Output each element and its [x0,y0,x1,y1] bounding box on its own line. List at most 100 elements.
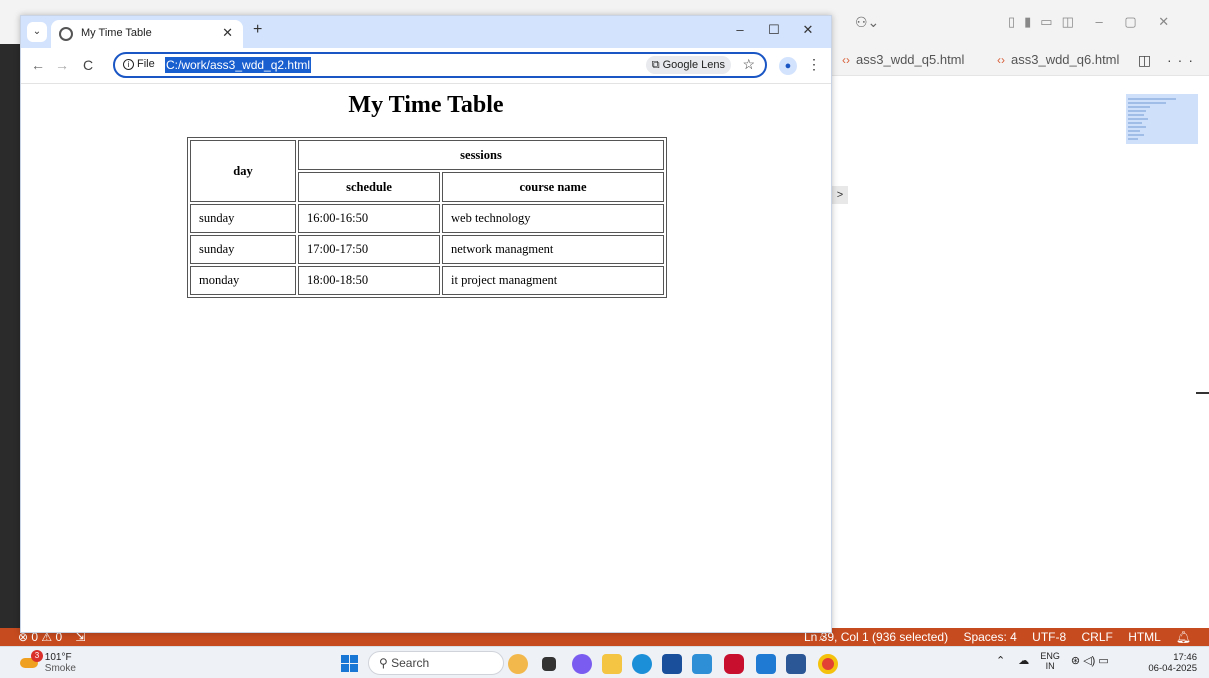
site-info-label: File [137,58,155,70]
lang-bottom: IN [1045,661,1055,671]
google-lens-button[interactable]: ⧉ Google Lens [645,56,731,74]
table-row: monday 18:00-18:50 it project managment [190,266,664,295]
word-icon[interactable] [786,654,806,674]
page-content: My Time Table day sessions schedule cour… [21,84,831,632]
encoding[interactable]: UTF-8 [1032,630,1066,644]
lang-top: ENG [1040,651,1060,661]
html-file-icon: ‹› [842,53,850,67]
tray-overflow-icon[interactable]: ⌃ [996,655,1005,667]
taskbar-search[interactable]: ⚲ Search [368,651,504,675]
reload-button[interactable]: C [83,57,93,73]
mcafee-icon[interactable] [724,654,744,674]
weather-temp: 101°F [44,652,72,663]
notifications-bell-icon[interactable]: 🔔︎ [1176,630,1191,644]
forward-button[interactable]: → [55,57,69,73]
file-explorer-icon[interactable] [602,654,622,674]
editor-tab-q5[interactable]: ‹› ass3_wdd_q5.html [832,44,974,76]
weather-widget[interactable]: 3 101°F Smoke [20,650,76,674]
search-label: Search [391,656,430,670]
activity-bar [0,44,20,628]
address-bar[interactable]: i File C:/work/ass3_wdd_q2.html ⧉ Google … [113,52,767,78]
table-row: sunday 16:00-16:50 web technology [190,204,664,233]
system-tray: ⌃ ☁︎ ENG IN ⊛ ◁) ▭ [996,651,1109,671]
cell-course: web technology [442,204,664,233]
cell-day: monday [190,266,296,295]
editor-tab-q6[interactable]: ‹› ass3_wdd_q6.html [987,44,1129,76]
language-indicator[interactable]: ENG IN [1040,651,1060,671]
header-schedule: schedule [298,172,440,202]
minimap[interactable] [1126,94,1198,144]
cell-day: sunday [190,235,296,264]
site-info-button[interactable]: i File [123,58,155,70]
table-row: sunday 17:00-17:50 network managment [190,235,664,264]
edge-browser-icon[interactable] [632,654,652,674]
close-tab-icon[interactable]: ✕ [222,25,233,41]
header-course-name: course name [442,172,664,202]
weather-text: 101°F Smoke [45,652,76,674]
html-file-icon: ‹› [997,53,1005,67]
scrollbar[interactable] [1196,392,1209,394]
windows-start-icon[interactable] [341,655,359,673]
tab-search-chevron-icon[interactable]: ⌄ [27,22,47,42]
cell-course: network managment [442,235,664,264]
page-title: My Time Table [348,92,504,118]
tab-actions[interactable]: ◫ ··· [1138,44,1199,76]
indentation[interactable]: Spaces: 4 [963,630,1016,644]
task-view-icon[interactable] [542,657,556,671]
wifi-icon[interactable]: ⊛ [1071,655,1080,667]
line-ending[interactable]: CRLF [1082,630,1113,644]
profile-avatar-icon[interactable]: ● [779,57,797,75]
clock-date: 06-04-2025 [1148,663,1197,674]
url-text[interactable]: C:/work/ass3_wdd_q2.html [165,57,312,73]
new-tab-button[interactable]: + [253,21,262,39]
search-icon: ⚲ [379,656,392,670]
browser-tab-strip: ⌄ My Time Table ✕ + – ☐ ✕ [21,16,831,48]
volume-icon[interactable]: ◁) [1083,655,1095,667]
language-mode[interactable]: HTML [1128,630,1160,644]
lens-label: Google Lens [662,59,725,71]
weather-icon: 3 [20,650,43,670]
close-window-button[interactable]: ✕ [791,22,825,38]
notification-badge: 3 [31,650,43,662]
browser-toolbar: ← → C i File C:/work/ass3_wdd_q2.html ⧉ G… [21,48,831,84]
table-header-row: day sessions [190,140,664,202]
cell-schedule: 17:00-17:50 [298,235,440,264]
weather-condition: Smoke [44,663,76,674]
editor-tab-label: ass3_wdd_q6.html [1011,52,1120,67]
minimize-button[interactable]: – [723,22,757,37]
taskbar: 3 101°F Smoke ⚲ Search ⌃ ☁︎ ENG IN ⊛ ◁) ▭… [0,646,1209,678]
dell-app-icon[interactable] [692,654,712,674]
copilot-icon[interactable]: ⚇⌄ [855,14,879,31]
back-button[interactable]: ← [31,57,45,73]
cell-schedule: 18:00-18:50 [298,266,440,295]
window-controls: – ☐ ✕ [723,22,825,38]
store-icon[interactable] [662,654,682,674]
browser-window: ⌄ My Time Table ✕ + – ☐ ✕ ← → C i File C:/w… [20,15,832,633]
layout-controls[interactable]: ▯▮▭◫ – ▢ ✕ [1008,14,1178,30]
chrome-icon[interactable] [818,654,838,674]
browser-tab-title: My Time Table [81,27,152,39]
cell-schedule: 16:00-16:50 [298,204,440,233]
clock-time: 17:46 [1173,652,1197,663]
maximize-button[interactable]: ☐ [757,22,791,38]
browser-tab[interactable]: My Time Table ✕ [51,20,243,48]
menu-kebab-icon[interactable]: ⋮ [807,56,821,73]
editor-tab-bar: ‹› ass3_wdd_q5.html ‹› ass3_wdd_q6.html ◫ … [832,44,1209,76]
clock[interactable]: 17:46 06-04-2025 [1148,652,1197,674]
lens-icon: ⧉ [651,59,663,71]
info-icon: i [123,59,134,70]
bookmark-star-icon[interactable]: ☆ [742,56,755,73]
battery-icon[interactable]: ▭ [1098,655,1108,667]
people-app-icon[interactable] [508,654,528,674]
globe-icon [59,27,73,41]
header-sessions: sessions [298,140,664,170]
vscode-icon[interactable] [756,654,776,674]
status-bar-right: Ln 39, Col 1 (936 selected) Spaces: 4 UT… [792,628,1191,646]
copilot-app-icon[interactable] [572,654,592,674]
expand-arrow-icon[interactable]: > [832,186,848,204]
editor-tab-label: ass3_wdd_q5.html [856,52,965,67]
network-icon[interactable]: ☁︎ [1018,655,1029,667]
cell-day: sunday [190,204,296,233]
timetable: day sessions schedule course name sunday… [187,137,667,298]
cell-course: it project managment [442,266,664,295]
